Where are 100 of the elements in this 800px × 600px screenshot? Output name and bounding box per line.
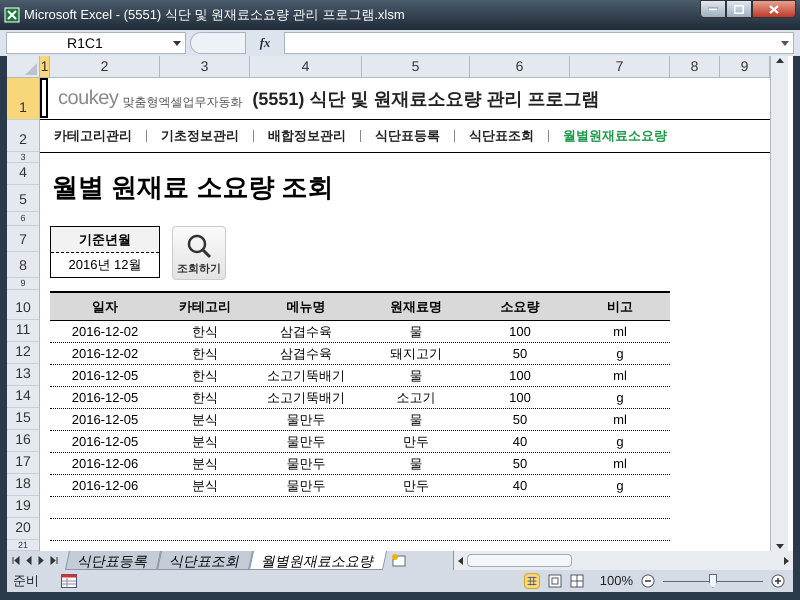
table-cell-text: 물 — [408, 454, 424, 473]
tagline: 맞춤형엑셀업무자동화 — [122, 94, 242, 111]
column-header[interactable]: 3 — [160, 56, 250, 77]
row-header[interactable]: 2 — [7, 120, 39, 152]
column-heading: 카테고리 — [178, 298, 232, 316]
nav-link[interactable]: 배합정보관리 — [268, 126, 346, 146]
normal-view-icon[interactable] — [524, 573, 540, 589]
scroll-down-icon[interactable] — [776, 544, 784, 549]
column-header[interactable]: 5 — [362, 56, 470, 77]
table-cell-text: 만두 — [402, 476, 430, 495]
table-cell-text: 분식 — [191, 476, 219, 495]
table-cell-text: g — [615, 432, 625, 451]
maximize-button[interactable] — [726, 0, 752, 18]
row-header[interactable]: 19 — [7, 496, 39, 518]
table-cell-text: 40 — [512, 476, 528, 495]
table-cell-text: 한식 — [191, 322, 219, 341]
nav-link[interactable]: 월별원재료소요량 — [563, 126, 667, 146]
table-cell-text: 2016-12-02 — [70, 322, 140, 341]
dropdown-icon[interactable] — [173, 40, 181, 46]
row-header[interactable]: 14 — [7, 386, 39, 408]
page-layout-icon[interactable] — [548, 574, 562, 588]
table-cell-text: 2016-12-02 — [70, 344, 140, 363]
close-button[interactable] — [752, 0, 796, 18]
table-cell-text: 40 — [512, 432, 528, 451]
table-cell-text: 삼겹수육 — [279, 322, 333, 341]
table-cell-text: 물만두 — [286, 432, 326, 451]
column-header[interactable]: 1 — [40, 56, 50, 77]
page-heading: 월별 원재료 소요량 조회 — [52, 171, 334, 204]
sheet-tab[interactable]: 식단표등록 — [64, 551, 162, 570]
row-header[interactable]: 10 — [7, 290, 39, 320]
slider-thumb[interactable] — [709, 574, 717, 588]
table-cell-text: 분식 — [191, 454, 219, 473]
row-header[interactable]: 9 — [7, 278, 39, 290]
table-cell-text: 물만두 — [286, 476, 326, 495]
row-header[interactable]: 11 — [7, 320, 39, 342]
zoom-slider[interactable] — [663, 574, 763, 588]
table-cell-text: 2016-12-06 — [70, 454, 140, 473]
row-header[interactable]: 6 — [7, 212, 39, 226]
period-value: 2016년 12월 — [68, 256, 142, 274]
row-header[interactable]: 3 — [7, 152, 39, 163]
vertical-scrollbar[interactable] — [770, 56, 788, 551]
formula-bar-handle[interactable] — [190, 32, 246, 54]
row-header[interactable]: 15 — [7, 408, 39, 430]
row-header[interactable]: 18 — [7, 474, 39, 496]
scroll-right-icon[interactable] — [784, 556, 789, 564]
table-cell-text: 한식 — [191, 388, 219, 407]
active-cell[interactable] — [40, 78, 48, 118]
column-header[interactable]: 8 — [670, 56, 720, 77]
sheet-icon[interactable] — [61, 574, 77, 588]
table-cell-text: 100 — [508, 322, 532, 341]
row-header[interactable]: 17 — [7, 452, 39, 474]
nav-link[interactable]: 카테고리관리 — [54, 126, 132, 146]
window-title: Microsoft Excel - (5551) 식단 및 원재료소요량 관리 프로그램.xlsm — [24, 6, 406, 24]
search-icon — [186, 232, 212, 258]
name-box[interactable]: R1C1 — [6, 32, 186, 54]
column-header[interactable]: 6 — [470, 56, 570, 77]
table-cell-text: 소고기 — [396, 388, 436, 407]
table-cell-text: 50 — [512, 410, 528, 429]
scroll-thumb[interactable] — [467, 554, 572, 567]
minimize-icon — [708, 7, 718, 11]
zoom-in-icon[interactable] — [771, 574, 785, 588]
nav-link[interactable]: 식단표등록 — [375, 126, 440, 146]
table-cell-text: 2016-12-05 — [70, 366, 140, 385]
minimize-button[interactable] — [700, 0, 726, 18]
table-cell-text: g — [615, 388, 625, 407]
formula-input[interactable] — [284, 32, 794, 54]
nav-link[interactable]: 식단표조회 — [469, 126, 534, 146]
table-cell-text: 2016-12-06 — [70, 476, 140, 495]
scroll-left-icon[interactable] — [458, 556, 463, 564]
logo: coukey — [58, 86, 118, 111]
row-header[interactable]: 16 — [7, 430, 39, 452]
page-break-icon[interactable] — [570, 574, 584, 588]
column-header[interactable]: 7 — [570, 56, 670, 77]
table-cell-text: 만두 — [402, 432, 430, 451]
table-cell-text: 돼지고기 — [389, 344, 443, 363]
scroll-up-icon[interactable] — [776, 58, 784, 63]
table-cell-text: 물 — [408, 366, 424, 385]
sheet-tab[interactable]: 식단표조회 — [156, 551, 254, 570]
nav-link[interactable]: 기초정보관리 — [161, 126, 239, 146]
column-header[interactable]: 4 — [250, 56, 362, 77]
expand-icon[interactable] — [781, 40, 789, 46]
row-header[interactable]: 7 — [7, 226, 39, 252]
row-header[interactable]: 5 — [7, 185, 39, 212]
row-header[interactable]: 4 — [7, 163, 39, 185]
row-header[interactable]: 12 — [7, 342, 39, 364]
table-cell-text: 소고기뚝배기 — [266, 366, 346, 385]
zoom-out-icon[interactable] — [641, 574, 655, 588]
row-header[interactable]: 8 — [7, 252, 39, 278]
row-header[interactable]: 1 — [7, 78, 39, 120]
sheet-tab[interactable]: 월별원재료소요량 — [248, 551, 388, 570]
table-cell-text: 2016-12-05 — [70, 388, 140, 407]
table-cell-text: 2016-12-05 — [70, 432, 140, 451]
row-header[interactable]: 20 — [7, 518, 39, 540]
column-heading: 일자 — [91, 298, 119, 316]
column-header[interactable]: 2 — [50, 56, 160, 77]
cell-reference: R1C1 — [67, 34, 103, 52]
horizontal-scrollbar[interactable] — [453, 551, 793, 570]
insert-function-button[interactable]: fx — [250, 33, 280, 53]
search-button[interactable]: 조회하기 — [172, 226, 226, 280]
row-header[interactable]: 13 — [7, 364, 39, 386]
